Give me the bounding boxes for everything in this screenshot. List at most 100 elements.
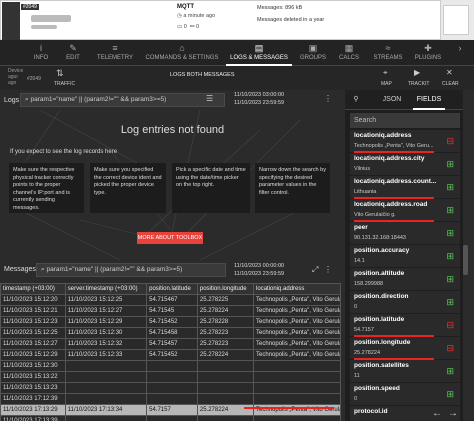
tab-streams[interactable]: ≈ STREAMS — [368, 40, 408, 66]
hint-card-text: Pick a specific date and time using the … — [176, 167, 246, 188]
tab-label: STREAMS — [373, 55, 403, 61]
field-item[interactable]: position.longitude 25.278224 ⊟ — [350, 337, 460, 359]
messages-filter-input[interactable]: ⌕ param1="name" || (param2!="" && param3… — [36, 263, 226, 277]
table-row[interactable]: 11/10/2023 15:12:23 11/10/2023 15:12:29 54… — [0, 316, 341, 328]
logs-filter-input[interactable]: ⌕ param1="name" || (param2!="" && param3… — [20, 93, 225, 107]
table-row[interactable]: 11/10/2023 15:12:29 11/10/2023 15:12:33 54… — [0, 349, 341, 361]
filter-settings-icon[interactable]: ☰ — [206, 94, 213, 103]
add-column-icon[interactable]: ⊞ — [446, 229, 454, 238]
logs-more-icon[interactable]: ⋮ — [324, 94, 332, 103]
tab-commands[interactable]: ⌂ COMMANDS & SETTINGS — [142, 40, 222, 66]
device-card[interactable]: #2049 MQTT ◷ a minute ago ▭ 0 ⚯ 0 Messag… — [0, 0, 441, 40]
add-column-icon[interactable]: ⊞ — [446, 252, 454, 261]
remove-column-icon[interactable]: ⊟ — [446, 321, 454, 330]
tab-plugins[interactable]: ✚ PLUGINS — [410, 40, 446, 66]
table-cell: 11/10/2023 17:13:29 — [0, 404, 66, 416]
remove-column-icon[interactable]: ⊟ — [446, 344, 454, 353]
table-row[interactable]: 11/10/2023 15:12:20 11/10/2023 15:12:25 54… — [0, 294, 341, 306]
field-name: locationiq.address — [354, 132, 412, 139]
table-row[interactable]: 11/10/2023 15:13:22 — [0, 371, 341, 383]
table-cell — [146, 415, 198, 421]
arrow-left-icon[interactable]: ← — [432, 408, 442, 419]
tab-telemetry[interactable]: ≡ TELEMETRY — [92, 40, 138, 66]
field-item[interactable]: protocol.id — [350, 406, 460, 421]
tab-json[interactable]: JSON — [377, 90, 407, 110]
tab-fields[interactable]: FIELDS — [413, 90, 445, 110]
field-item[interactable]: peer 90.131.32.168:18443 ⊞ — [350, 222, 460, 244]
table-cell: 11/10/2023 15:12:27 — [0, 338, 66, 350]
field-item[interactable]: locationiq.address Technopolis „Penta", V… — [350, 130, 460, 152]
add-column-icon[interactable]: ⊞ — [446, 183, 454, 192]
map-icon[interactable]: ⌖ — [383, 68, 388, 78]
table-cell: 11/10/2023 15:12:29 — [0, 349, 66, 361]
field-item[interactable]: position.altitude 158.299988 ⊞ — [350, 268, 460, 290]
logs-both-messages-toggle[interactable]: LOGS BOTH MESSAGES — [170, 72, 235, 78]
field-item[interactable]: position.speed 0 ⊞ — [350, 383, 460, 405]
table-cell — [196, 371, 255, 383]
field-item[interactable]: position.direction 0 ⊞ — [350, 291, 460, 313]
add-column-icon[interactable]: ⊞ — [446, 390, 454, 399]
table-row[interactable]: 11/10/2023 15:13:23 — [0, 382, 341, 394]
calcs-icon: ▦ — [344, 43, 354, 53]
tab-edit[interactable]: ✎ EDIT — [58, 40, 88, 66]
location-pin-icon[interactable]: ⚲ — [347, 90, 365, 110]
field-item[interactable]: position.satellites 11 ⊞ — [350, 360, 460, 382]
expand-icon[interactable]: ⤢ — [312, 265, 318, 275]
add-column-icon[interactable]: ⊞ — [446, 298, 454, 307]
tab-groups[interactable]: ▣ GROUPS — [296, 40, 330, 66]
field-item[interactable]: locationiq.address.road Vito Gerulaičio g… — [350, 199, 460, 221]
table-cell: Technopolis „Penta", Vito Gerulaic — [253, 338, 341, 350]
field-item[interactable]: locationiq.address.city Vilnius ⊞ — [350, 153, 460, 175]
field-value: Technopolis „Penta", Vito Geru... — [354, 143, 434, 149]
table-row[interactable]: 11/10/2023 15:12:21 11/10/2023 15:12:27 54… — [0, 305, 341, 317]
table-cell: 11/10/2023 15:12:29 — [64, 316, 148, 328]
trackit-icon[interactable]: ▶ — [414, 68, 420, 77]
add-column-icon[interactable]: ⊞ — [446, 275, 454, 284]
streams-icon: ≈ — [385, 43, 391, 53]
clear-icon[interactable]: ✕ — [446, 68, 453, 77]
field-item[interactable]: position.accuracy 14.1 ⊞ — [350, 245, 460, 267]
table-row[interactable]: 11/10/2023 15:12:25 11/10/2023 15:12:30 54… — [0, 327, 341, 339]
fields-search-input[interactable]: Search — [350, 113, 460, 128]
tab-info[interactable]: i INFO — [28, 40, 54, 66]
traffic-label: TRAFFIC — [54, 81, 76, 87]
more-tabs-button[interactable]: › — [450, 40, 470, 66]
logs-date-from: 11/10/2023 03:00:00 — [234, 92, 285, 98]
table-cell — [196, 415, 255, 421]
table-row[interactable]: 11/10/2023 17:13:39 — [0, 415, 341, 421]
last-seen-text: a minute ago — [183, 13, 216, 19]
messages-table: timestamp (+03:00) server.timestamp (+03:… — [0, 283, 341, 421]
device-id: #2049 — [27, 76, 41, 82]
field-item[interactable]: locationiq.address.count... Lithuania ⊞ — [350, 176, 460, 198]
tab-label: INFO — [33, 55, 49, 61]
table-cell: 11/10/2023 15:12:21 — [0, 305, 66, 317]
traffic-icon[interactable]: ⇅ — [56, 68, 64, 79]
add-column-icon[interactable]: ⊞ — [446, 160, 454, 169]
table-cell: Technopolis „Penta", Vito Gerulaic — [253, 327, 341, 339]
logs-date-range[interactable]: 11/10/2023 03:00:00 11/10/2023 23:59:59 — [234, 91, 284, 107]
table-header: timestamp (+03:00) server.timestamp (+03:… — [0, 283, 341, 295]
messages-more-icon[interactable]: ⋮ — [324, 265, 332, 274]
column-header[interactable]: locationiq.address — [253, 283, 341, 295]
tab-logs-messages[interactable]: ▤ LOGS & MESSAGES — [226, 40, 292, 66]
column-header[interactable]: position.longitude — [196, 283, 255, 295]
messages-date-range[interactable]: 11/10/2023 00:00:00 11/10/2023 23:59:59 — [234, 262, 284, 278]
column-header[interactable]: position.latitude — [146, 283, 198, 295]
arrow-right-icon[interactable]: → — [448, 408, 458, 419]
field-item[interactable]: position.latitude 54.7157 ⊟ — [350, 314, 460, 336]
table-row[interactable]: 11/10/2023 17:12:39 — [0, 393, 341, 405]
add-column-icon[interactable]: ⊞ — [446, 367, 454, 376]
tab-calcs[interactable]: ▦ CALCS — [334, 40, 364, 66]
device-selector[interactable]: Device agur ago — [8, 68, 23, 86]
add-column-icon[interactable]: ⊞ — [446, 206, 454, 215]
table-row[interactable]: 11/10/2023 15:12:27 11/10/2023 15:12:32 54… — [0, 338, 341, 350]
column-header[interactable]: timestamp (+03:00) — [0, 283, 66, 295]
scrollbar[interactable] — [463, 245, 468, 275]
remove-column-icon[interactable]: ⊟ — [446, 137, 454, 146]
device-menu-button[interactable] — [443, 5, 469, 35]
table-row[interactable]: 11/10/2023 15:12:30 — [0, 360, 341, 372]
column-header[interactable]: server.timestamp (+03:00) — [64, 283, 148, 295]
field-name: peer — [354, 224, 368, 231]
tab-label: CALCS — [338, 55, 359, 61]
more-about-toolbox-button[interactable]: MORE ABOUT TOOLBOX — [137, 232, 203, 244]
